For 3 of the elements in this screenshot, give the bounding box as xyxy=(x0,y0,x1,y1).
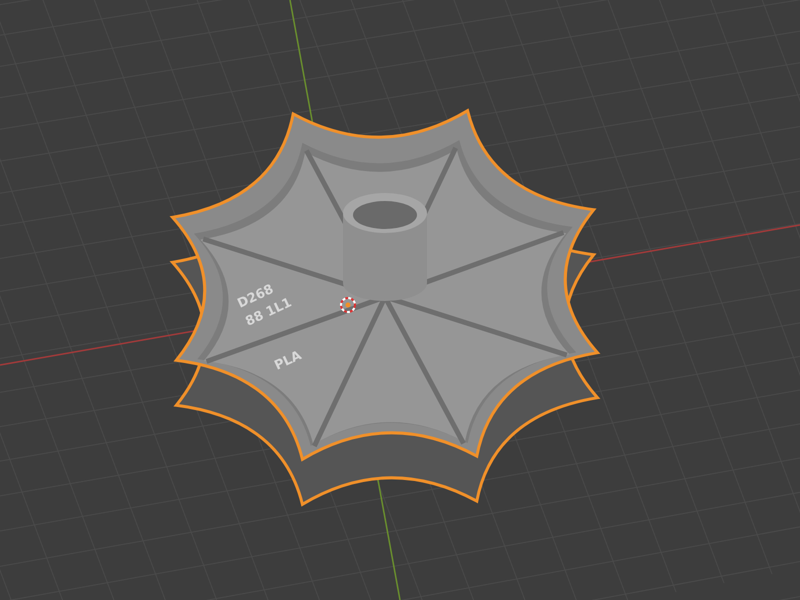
embossed-marking: PLA xyxy=(272,348,304,374)
knob-model-drawing[interactable] xyxy=(171,109,599,506)
3d-cursor-icon[interactable] xyxy=(340,297,356,313)
